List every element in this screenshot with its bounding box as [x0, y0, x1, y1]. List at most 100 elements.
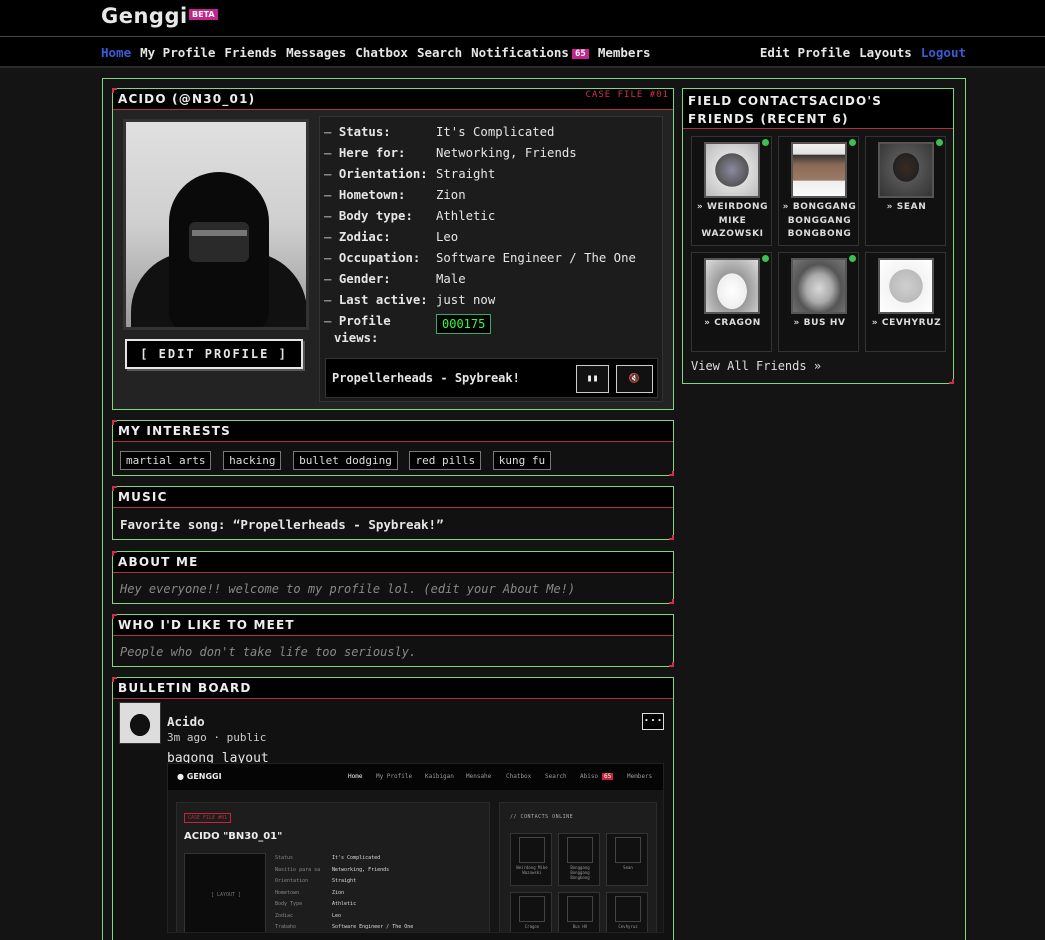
interests-title: MY INTERESTS [113, 421, 673, 442]
corner-accent [112, 551, 117, 556]
shot-detail-value: It's Complicated [332, 855, 381, 861]
friends-header: FIELD CONTACTSACIDO'S FRIENDS (RECENT 6) [683, 89, 953, 129]
shot-photo-label: [ LAYOUT ] [210, 892, 242, 898]
shot-friend-name: Bonggang Bonggang Bongbong [570, 865, 590, 880]
photo-face [189, 222, 249, 262]
nav-layouts[interactable]: Layouts [859, 45, 912, 60]
friend-name[interactable]: » BUS HV [779, 317, 860, 331]
detail-key: Body type: [338, 209, 413, 223]
nav-messages[interactable]: Messages [286, 45, 346, 60]
nav-members[interactable]: Members [598, 45, 651, 60]
friend-card[interactable]: » BUS HV [778, 252, 859, 352]
shot-nav-item: Mensahe [466, 773, 492, 780]
about-text: Hey everyone!! welcome to my profile lol… [120, 582, 576, 596]
friend-name[interactable]: » CEVHYRUZ [866, 317, 947, 331]
friend-name[interactable]: » SEAN [866, 201, 947, 215]
music-player: Propellerheads - Spybreak! ▮▮ 🔇 [325, 358, 658, 398]
detail-key: Last active: [338, 293, 428, 307]
shot-friend-card: Cragon [510, 892, 552, 932]
nav-friends[interactable]: Friends [224, 45, 277, 60]
post-author-avatar[interactable] [119, 702, 161, 744]
friend-avatar[interactable] [791, 142, 847, 198]
shot-friend-card: Bus HV [558, 892, 600, 932]
detail-key: Orientation: [338, 167, 428, 181]
nav-notifications[interactable]: Notifications [471, 45, 569, 60]
shot-detail-key: Orientation [275, 878, 309, 884]
nav-notifications-wrap[interactable]: Notifications 65 [471, 45, 589, 60]
shot-detail-value: Networking, Friends [332, 866, 390, 873]
interest-tag[interactable]: hacking [223, 451, 282, 470]
detail-key: Occupation: [338, 251, 421, 265]
site-logo[interactable]: Genggi [101, 4, 188, 28]
shot-detail-value: Athletic [332, 901, 357, 907]
corner-accent [112, 677, 117, 682]
nav-home[interactable]: Home [101, 45, 131, 60]
nav-bar: Home My Profile Friends Messages Chatbox… [0, 37, 1045, 68]
friend-card[interactable]: » CEVHYRUZ [865, 252, 946, 352]
more-icon: ··· [643, 714, 663, 727]
friend-name[interactable]: » WEIRDONG MIKE WAZOWSKI [692, 201, 773, 242]
mute-button[interactable]: 🔇 [616, 365, 653, 393]
corner-accent [112, 88, 117, 93]
friend-card[interactable]: » WEIRDONG MIKE WAZOWSKI [691, 136, 772, 246]
profile-photo[interactable] [123, 119, 309, 330]
post-author[interactable]: Acido [167, 714, 205, 729]
interest-tag[interactable]: kung fu [492, 451, 552, 470]
shot-detail-value: Software Engineer / The One [332, 924, 414, 930]
about-box: ABOUT ME Hey everyone!! welcome to my pr… [112, 551, 674, 604]
friend-avatar[interactable] [704, 258, 760, 314]
shot-friend-card: Weirdong Mike Wazowski [510, 833, 552, 886]
shot-detail-value: Zion [332, 889, 345, 896]
edit-profile-button[interactable]: [ EDIT PROFILE ] [125, 339, 303, 369]
beta-badge: BETA [189, 9, 218, 20]
shot-details-values: It's Complicated Networking, Friends Str… [332, 853, 414, 932]
friend-avatar[interactable] [704, 142, 760, 198]
interest-tag[interactable]: bullet dodging [293, 451, 398, 470]
pause-button[interactable]: ▮▮ [576, 365, 609, 393]
shot-detail-value: Leo [332, 912, 342, 919]
shot-detail-key: Hometown [275, 889, 300, 896]
views-label-2: views: [334, 331, 379, 345]
nav-logout[interactable]: Logout [921, 45, 966, 60]
shot-profile-panel: CASE FILE #01 ACIDO "BN30_01" [ LAYOUT ]… [176, 802, 490, 932]
friend-avatar[interactable] [878, 142, 934, 198]
nav-edit-profile[interactable]: Edit Profile [760, 45, 850, 60]
shot-detail-key: Status [275, 855, 294, 861]
meet-title: WHO I'D LIKE TO MEET [113, 615, 673, 636]
shot-friend-name: Cragon [524, 924, 540, 929]
corner-accent [112, 486, 117, 491]
friend-avatar[interactable] [791, 258, 847, 314]
online-status-dot [936, 139, 943, 146]
pause-icon: ▮▮ [586, 373, 599, 384]
shot-friend-name: Sean [623, 865, 633, 870]
shot-details-keys: Status Nasitio para sa Orientation Homet… [275, 853, 320, 932]
nav-chatbox[interactable]: Chatbox [355, 45, 408, 60]
shot-friend-card: Cevhyruz [606, 892, 648, 932]
shot-nav-item: Home [348, 773, 363, 780]
post-image[interactable]: ● GENGGI Home My Profile Kaibigan Mensah… [167, 763, 664, 933]
friend-avatar[interactable] [878, 258, 934, 314]
detail-value: Male [436, 272, 466, 286]
detail-value: Straight [436, 167, 496, 181]
friend-card[interactable]: » SEAN [865, 136, 946, 246]
friend-name[interactable]: » BONGGANG BONGGANG BONGBONG [779, 201, 860, 242]
friend-name[interactable]: » CRAGON [692, 317, 773, 331]
online-status-dot [849, 255, 856, 262]
about-title: ABOUT ME [113, 552, 673, 573]
detail-value: Leo [436, 230, 459, 244]
interest-tag[interactable]: martial arts [120, 451, 212, 470]
friend-card[interactable]: » CRAGON [691, 252, 772, 352]
friend-card[interactable]: » BONGGANG BONGGANG BONGBONG [778, 136, 859, 246]
shot-detail-value: Straight [332, 878, 357, 884]
nav-search[interactable]: Search [417, 45, 462, 60]
nav-my-profile[interactable]: My Profile [140, 45, 215, 60]
view-all-friends-link[interactable]: View All Friends » [691, 359, 821, 373]
shot-photo: [ LAYOUT ] [184, 853, 266, 932]
shot-nav-badge: 65 [602, 773, 614, 780]
detail-value: Networking, Friends [436, 146, 577, 160]
friends-title: FIELD CONTACTSACIDO'S FRIENDS (RECENT 6) [688, 94, 883, 126]
post-menu-button[interactable]: ··· [642, 713, 664, 730]
interest-tag[interactable]: red pills [409, 451, 482, 470]
shot-nav-item: Members [627, 773, 653, 780]
detail-key: Zodiac: [338, 230, 391, 244]
